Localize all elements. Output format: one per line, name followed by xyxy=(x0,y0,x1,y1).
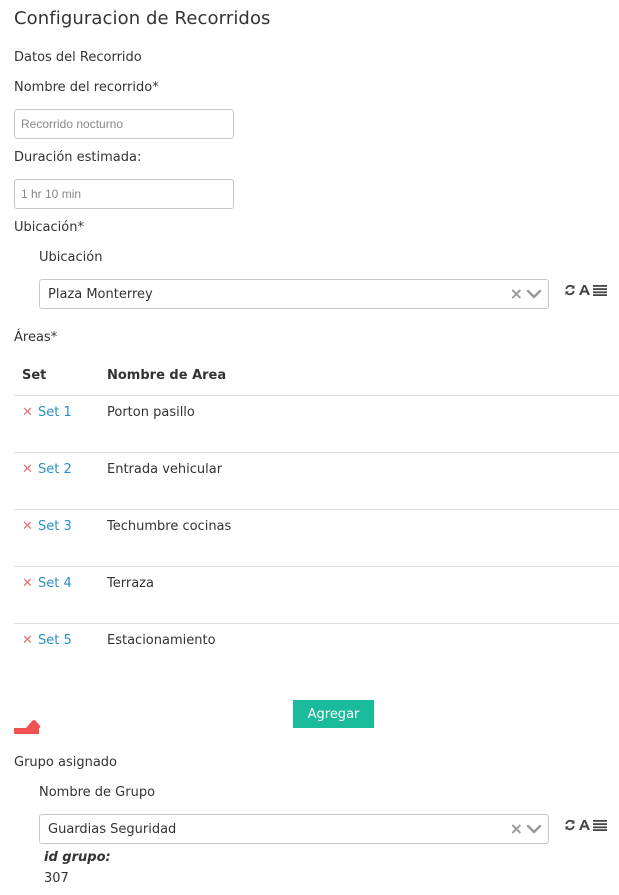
grupo-selected-value: Guardias Seguridad xyxy=(48,821,177,837)
font-icon[interactable] xyxy=(578,284,591,296)
duracion-input[interactable] xyxy=(14,179,234,209)
delete-x-icon[interactable]: ✕ xyxy=(22,462,33,477)
area-name: Techumbre cocinas xyxy=(107,519,232,534)
chevron-down-icon[interactable] xyxy=(526,288,542,300)
column-header-set: Set xyxy=(22,368,47,383)
font-icon[interactable] xyxy=(578,819,591,831)
delete-x-icon[interactable]: ✕ xyxy=(22,405,33,420)
set-link[interactable]: Set 5 xyxy=(38,633,72,648)
refresh-icon[interactable] xyxy=(564,819,576,831)
id-grupo-value: 307 xyxy=(44,871,69,886)
column-header-area: Nombre de Area xyxy=(107,368,227,383)
agregar-button[interactable]: Agregar xyxy=(293,700,374,728)
table-row: ✕ Set 4 Terraza xyxy=(14,566,619,623)
nombre-label: Nombre del recorrido* xyxy=(14,80,159,95)
ubicacion-section-label: Ubicación* xyxy=(14,220,84,235)
delete-x-icon[interactable]: ✕ xyxy=(22,519,33,534)
clear-x-icon[interactable]: × xyxy=(510,821,523,837)
area-name: Estacionamiento xyxy=(107,633,216,648)
refresh-icon[interactable] xyxy=(564,284,576,296)
pointing-hand-icon xyxy=(14,720,41,734)
clear-x-icon[interactable]: × xyxy=(510,286,523,302)
list-icon[interactable] xyxy=(593,284,607,296)
table-row: ✕ Set 1 Porton pasillo xyxy=(14,395,619,452)
table-row: ✕ Set 5 Estacionamiento xyxy=(14,623,619,680)
area-name: Entrada vehicular xyxy=(107,462,223,477)
set-link[interactable]: Set 3 xyxy=(38,519,72,534)
set-link[interactable]: Set 1 xyxy=(38,405,72,420)
datos-section-label: Datos del Recorrido xyxy=(14,50,142,65)
id-grupo-label: id grupo: xyxy=(44,850,111,865)
grupo-field-label: Nombre de Grupo xyxy=(39,785,156,800)
set-link[interactable]: Set 2 xyxy=(38,462,72,477)
duracion-label: Duración estimada: xyxy=(14,150,142,165)
ubicacion-field-label: Ubicación xyxy=(39,250,103,265)
grupo-select[interactable]: Guardias Seguridad × xyxy=(39,814,549,844)
area-name: Terraza xyxy=(107,576,154,591)
area-name: Porton pasillo xyxy=(107,405,195,420)
chevron-down-icon[interactable] xyxy=(526,823,542,835)
ubicacion-selected-value: Plaza Monterrey xyxy=(48,286,153,302)
grupo-tools xyxy=(564,819,607,831)
areas-section-label: Áreas* xyxy=(14,330,58,345)
delete-x-icon[interactable]: ✕ xyxy=(22,576,33,591)
list-icon[interactable] xyxy=(593,819,607,831)
table-row: ✕ Set 2 Entrada vehicular xyxy=(14,452,619,509)
page-title: Configuracion de Recorridos xyxy=(14,8,271,29)
table-row: ✕ Set 3 Techumbre cocinas xyxy=(14,509,619,566)
delete-x-icon[interactable]: ✕ xyxy=(22,633,33,648)
grupo-section-label: Grupo asignado xyxy=(14,755,118,770)
nombre-input[interactable] xyxy=(14,109,234,139)
ubicacion-tools xyxy=(564,284,607,296)
ubicacion-select[interactable]: Plaza Monterrey × xyxy=(39,279,549,309)
set-link[interactable]: Set 4 xyxy=(38,576,72,591)
